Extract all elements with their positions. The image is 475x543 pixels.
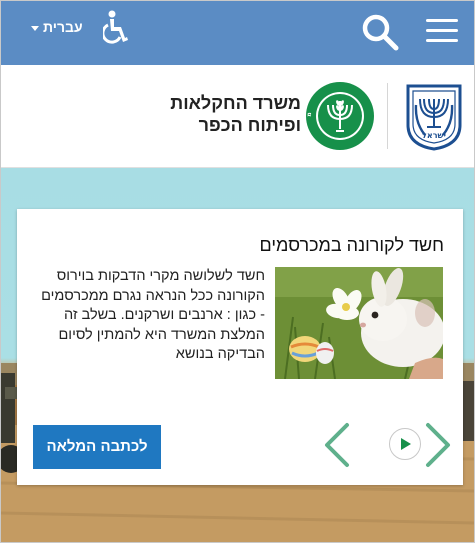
page-frame: עברית ישראל מ משרד החקלאות ופיתוח הכפר ח…: [0, 0, 475, 543]
ministry-name[interactable]: משרד החקלאות ופיתוח הכפר: [151, 92, 301, 136]
header-divider: [387, 83, 388, 149]
play-icon: [401, 438, 411, 450]
emblem-caption: ישראל: [422, 131, 446, 140]
carousel-play-button[interactable]: [389, 428, 421, 460]
accessibility-icon[interactable]: [103, 10, 129, 46]
read-full-article-button[interactable]: לכתבה המלאה: [33, 425, 161, 469]
news-card: חשד לקורונה במכרסמים חשד לשלושה מקרי הדב…: [17, 209, 463, 485]
language-label: עברית: [43, 19, 83, 35]
top-navigation-bar: עברית: [1, 1, 474, 65]
chevron-left-icon[interactable]: [323, 421, 351, 469]
hero-background: חשד לקורונה במכרסמים חשד לשלושה מקרי הדב…: [1, 168, 474, 542]
chevron-right-icon[interactable]: [424, 421, 452, 469]
search-icon[interactable]: [361, 13, 399, 51]
ministry-name-line1: משרד החקלאות: [170, 93, 301, 113]
site-header: ישראל משרד החקלאות ופיתוח הכפר משרד החק: [1, 65, 474, 168]
article-title[interactable]: חשד לקורונה במכרסמים: [260, 235, 445, 256]
rabbit-photo[interactable]: [275, 267, 443, 379]
hamburger-menu-icon[interactable]: [426, 19, 458, 47]
article-summary: חשד לשלושה מקרי הדבקות בוירוס הקורונה ככ…: [41, 268, 265, 362]
caret-down-icon: [31, 25, 39, 31]
ministry-logo-icon[interactable]: משרד החקלאות ופיתוח הכפר: [305, 81, 375, 151]
language-selector[interactable]: עברית: [31, 19, 83, 35]
ministry-name-line2: ופיתוח הכפר: [198, 115, 301, 135]
state-emblem-icon[interactable]: ישראל: [405, 83, 463, 151]
